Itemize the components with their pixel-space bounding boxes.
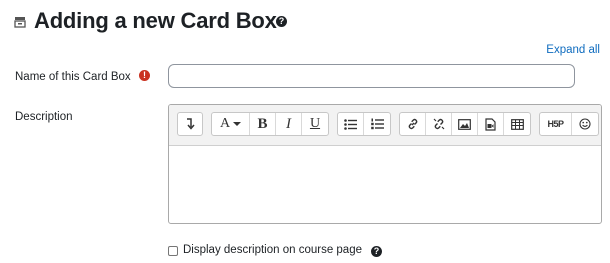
display-description-checkbox[interactable] (168, 246, 178, 256)
table-icon[interactable] (504, 113, 530, 135)
display-description-label: Display description on course page (183, 244, 362, 256)
media-icon[interactable] (478, 113, 504, 135)
toolbar-group-lists (337, 112, 391, 136)
help-icon[interactable]: ? (276, 16, 287, 27)
page-icon (14, 15, 26, 28)
unordered-list-icon[interactable] (338, 113, 364, 135)
link-icon[interactable] (400, 113, 426, 135)
editor-toolbar: A B I U H5P (169, 105, 601, 146)
required-icon: ! (139, 70, 150, 81)
ordered-list-icon[interactable] (364, 113, 390, 135)
page-title: Adding a new Card Box (34, 8, 277, 33)
toolbar-group-extra: H5P (539, 112, 599, 136)
expand-all-link[interactable]: Expand all (546, 44, 600, 56)
show-more-buttons-icon[interactable] (178, 113, 202, 135)
description-editor: A B I U H5P (168, 104, 602, 224)
card-box-name-input[interactable] (168, 64, 575, 88)
font-color-icon[interactable]: A (212, 113, 250, 135)
underline-icon[interactable]: U (302, 113, 328, 135)
h5p-icon[interactable]: H5P (540, 113, 572, 135)
toolbar-group-style: A B I U (211, 112, 329, 136)
toolbar-group-more (177, 112, 203, 136)
editor-content-area[interactable] (169, 146, 601, 223)
bold-icon[interactable]: B (250, 113, 276, 135)
help-icon[interactable]: ? (371, 246, 382, 257)
unlink-icon[interactable] (426, 113, 452, 135)
emoji-icon[interactable] (572, 113, 598, 135)
italic-icon[interactable]: I (276, 113, 302, 135)
description-label: Description (15, 111, 73, 123)
toolbar-group-insert (399, 112, 531, 136)
name-field-label: Name of this Card Box (15, 71, 131, 83)
image-icon[interactable] (452, 113, 478, 135)
